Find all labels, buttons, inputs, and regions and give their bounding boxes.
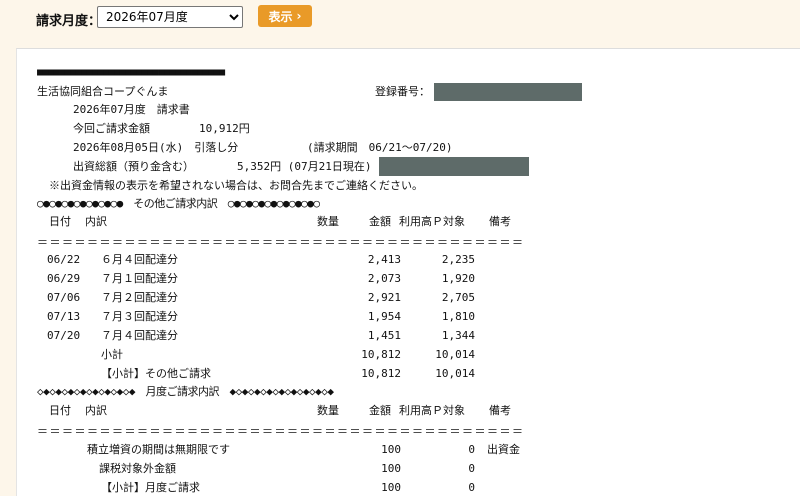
header-date: 日付	[49, 215, 71, 228]
chevron-right-icon: ›	[296, 9, 302, 23]
row-amount: 100	[381, 443, 401, 456]
row-date: 06/22	[47, 253, 81, 266]
other-section-banner: ○●○●○●○●○●○●○● その他ご請求内訳 ○●○●○●○●○●○●○●○	[37, 197, 320, 210]
row-note: 出資金	[487, 443, 520, 456]
separator: ＝＝＝＝＝＝＝＝＝＝＝＝＝＝＝＝＝＝＝＝＝＝＝＝＝＝＝＝＝＝＝＝＝＝＝＝＝＝＝	[37, 236, 525, 249]
capital-label: 出資総額（預り金含む）	[73, 160, 194, 173]
filter-bar: 請求月度： 2026年07月度 表示 ›	[0, 0, 800, 40]
debit-line: 2026年08月05日(水) 引落し分	[73, 141, 239, 154]
header-desc: 内訳	[85, 215, 107, 228]
row-points: 2,235	[441, 253, 475, 266]
row-desc: ６月４回配達分	[101, 253, 178, 266]
section-total-amount: 10,812	[361, 367, 401, 380]
row-amount: 2,413	[367, 253, 401, 266]
row-desc: 【小計】月度ご請求	[101, 481, 200, 494]
row-points: 0	[468, 443, 475, 456]
statement-title: 2026年07月度 請求書	[73, 103, 190, 116]
row-points: 0	[468, 462, 475, 475]
section-total-label: 【小計】その他ご請求	[101, 367, 211, 380]
row-desc: ７月４回配達分	[101, 329, 178, 342]
row-amount: 2,921	[367, 291, 401, 304]
header-qty: 数量	[317, 215, 339, 228]
subtotal-label: 小計	[101, 348, 123, 361]
show-button-label: 表示	[268, 9, 293, 24]
subtotal-points: 10,014	[435, 348, 475, 361]
monthly-section-banner: ◇◆◇◆◇◆◇◆◇◆◇◆◇◆◇◆ 月度ご請求内訳 ◆◇◆◇◆◇◆◇◆◇◆◇◆◇◆…	[37, 385, 334, 398]
header-date: 日付	[49, 404, 71, 417]
show-button[interactable]: 表示 ›	[258, 5, 312, 27]
amount-label: 今回ご請求金額	[73, 122, 150, 135]
section-total-points: 10,014	[435, 367, 475, 380]
billing-period: (請求期間 06/21～07/20)	[307, 141, 453, 154]
billing-month-select[interactable]: 2026年07月度	[97, 6, 243, 28]
top-border: ■■■■■■■■■■■■■■■■■■■■■■■■■■■■■■■■■■	[37, 67, 225, 78]
header-points: 利用高Ｐ対象	[399, 404, 465, 417]
header-qty: 数量	[317, 404, 339, 417]
header-notes: 備考	[489, 404, 511, 417]
coop-name: 生活協同組合コープぐんま	[37, 85, 169, 98]
row-points: 1,344	[441, 329, 475, 342]
row-desc: 積立増資の期間は無期限です	[87, 443, 230, 456]
registration-number-redacted	[434, 83, 582, 101]
row-desc: ７月１回配達分	[101, 272, 178, 285]
notice-text: ※出資金情報の表示を希望されない場合は、お問合先までご連絡ください。	[49, 179, 423, 192]
row-date: 06/29	[47, 272, 81, 285]
header-notes: 備考	[489, 215, 511, 228]
header-desc: 内訳	[85, 404, 107, 417]
row-date: 07/13	[47, 310, 81, 323]
row-amount: 2,073	[367, 272, 401, 285]
row-amount: 100	[381, 462, 401, 475]
billing-month-label: 請求月度：	[36, 14, 102, 29]
header-points: 利用高Ｐ対象	[399, 215, 465, 228]
capital-date-redacted	[379, 157, 529, 176]
row-amount: 1,451	[367, 329, 401, 342]
row-date: 07/20	[47, 329, 81, 342]
row-points: 0	[468, 481, 475, 494]
row-points: 2,705	[441, 291, 475, 304]
row-desc: ７月３回配達分	[101, 310, 178, 323]
row-desc: 課税対象外金額	[99, 462, 176, 475]
registration-label: 登録番号：	[375, 85, 430, 98]
row-date: 07/06	[47, 291, 81, 304]
row-amount: 1,954	[367, 310, 401, 323]
row-points: 1,920	[441, 272, 475, 285]
statement-panel: ■■■■■■■■■■■■■■■■■■■■■■■■■■■■■■■■■■ 生活協同組…	[16, 48, 800, 496]
amount-value: 10,912円	[199, 122, 250, 135]
row-desc: ７月２回配達分	[101, 291, 178, 304]
capital-value: 5,352円 (07月21日現在)	[237, 160, 372, 173]
header-amount: 金額	[369, 404, 391, 417]
separator: ＝＝＝＝＝＝＝＝＝＝＝＝＝＝＝＝＝＝＝＝＝＝＝＝＝＝＝＝＝＝＝＝＝＝＝＝＝＝＝	[37, 425, 525, 438]
row-amount: 100	[381, 481, 401, 494]
header-amount: 金額	[369, 215, 391, 228]
subtotal-amount: 10,812	[361, 348, 401, 361]
row-points: 1,810	[441, 310, 475, 323]
